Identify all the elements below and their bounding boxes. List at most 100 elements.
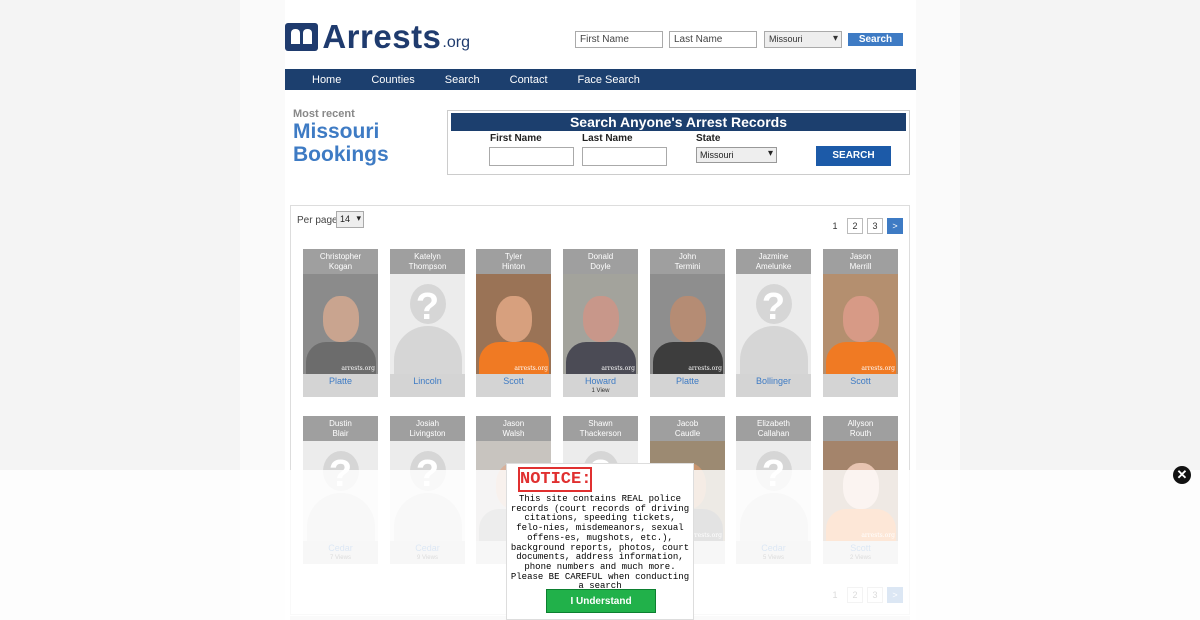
mugshot-photo[interactable]: ? bbox=[736, 274, 811, 374]
booking-name[interactable]: Elizabeth Callahan bbox=[736, 416, 811, 441]
first-name-label: First Name bbox=[490, 133, 542, 144]
county-link[interactable]: Scott bbox=[823, 374, 898, 388]
booking-name[interactable]: John Termini bbox=[650, 249, 725, 274]
booking-name[interactable]: Jazmine Amelunke bbox=[736, 249, 811, 274]
watermark: arrests.org bbox=[688, 365, 722, 372]
county-link[interactable]: Howard bbox=[563, 374, 638, 388]
search-button[interactable]: SEARCH bbox=[816, 146, 891, 166]
booking-name[interactable]: Jacob Caudle bbox=[650, 416, 725, 441]
booking-card[interactable]: John Termini arrests.org Platte bbox=[650, 249, 725, 397]
county-link[interactable]: Platte bbox=[650, 374, 725, 388]
last-name: Termini bbox=[674, 262, 701, 271]
main-nav: Home Counties Search Contact Face Search bbox=[285, 69, 916, 90]
last-name: Amelunke bbox=[755, 262, 792, 271]
first-name: John bbox=[678, 252, 697, 261]
page-title: Missouri Bookings bbox=[293, 120, 389, 166]
booking-card[interactable]: Donald Doyle arrests.org Howard 1 View bbox=[563, 249, 638, 397]
site-logo[interactable]: Arrests .org bbox=[285, 18, 470, 55]
booking-name[interactable]: Dustin Blair bbox=[303, 416, 378, 441]
understand-button[interactable]: I Understand bbox=[546, 589, 656, 613]
view-count bbox=[476, 388, 551, 397]
logo-handcuff-icon bbox=[285, 23, 319, 51]
booking-card[interactable]: Katelyn Thompson? Lincoln bbox=[390, 249, 465, 397]
mugshot-photo[interactable]: arrests.org bbox=[823, 274, 898, 374]
first-name: Allyson bbox=[847, 419, 874, 428]
close-icon[interactable]: ✕ bbox=[1173, 466, 1191, 484]
county-link[interactable]: Bollinger bbox=[736, 374, 811, 388]
county-link[interactable]: Scott bbox=[476, 374, 551, 388]
last-name: Thompson bbox=[408, 262, 447, 271]
booking-name[interactable]: Christopher Kogan bbox=[303, 249, 378, 274]
page-1[interactable]: 1 bbox=[827, 218, 843, 234]
nav-search[interactable]: Search bbox=[445, 74, 480, 86]
booking-card[interactable]: Tyler Hinton arrests.org Scott bbox=[476, 249, 551, 397]
state-label: State bbox=[696, 133, 721, 144]
per-page-select[interactable]: 14 bbox=[336, 211, 364, 228]
mugshot-image: arrests.org bbox=[563, 274, 638, 374]
booking-name[interactable]: Jason Merrill bbox=[823, 249, 898, 274]
notice-title: NOTICE: bbox=[518, 467, 592, 492]
booking-card[interactable]: Christopher Kogan arrests.org Platte bbox=[303, 249, 378, 397]
first-name-input[interactable] bbox=[489, 147, 574, 166]
nav-contact[interactable]: Contact bbox=[510, 74, 548, 86]
view-count: 1 View bbox=[563, 388, 638, 397]
mugshot-photo[interactable]: ? bbox=[390, 274, 465, 374]
booking-name[interactable]: Jason Walsh bbox=[476, 416, 551, 441]
booking-name[interactable]: Tyler Hinton bbox=[476, 249, 551, 274]
first-name: Jason bbox=[502, 419, 525, 428]
booking-name[interactable]: Katelyn Thompson bbox=[390, 249, 465, 274]
first-name: Donald bbox=[587, 252, 614, 261]
page-2[interactable]: 2 bbox=[847, 218, 863, 234]
page-next[interactable]: > bbox=[887, 218, 903, 234]
booking-name[interactable]: Josiah Livingston bbox=[390, 416, 465, 441]
header-first-name-input[interactable]: First Name bbox=[575, 31, 663, 48]
header-state-select[interactable]: Missouri bbox=[764, 31, 842, 48]
view-count bbox=[650, 388, 725, 397]
last-name-input[interactable] bbox=[582, 147, 667, 166]
first-name: Tyler bbox=[504, 252, 523, 261]
watermark: arrests.org bbox=[601, 365, 635, 372]
watermark: arrests.org bbox=[341, 365, 375, 372]
county-link[interactable]: Lincoln bbox=[390, 374, 465, 388]
mugshot-photo[interactable]: arrests.org bbox=[650, 274, 725, 374]
mugshot-image: arrests.org bbox=[823, 274, 898, 374]
booking-card[interactable]: Jazmine Amelunke? Bollinger bbox=[736, 249, 811, 397]
first-name: Jazmine bbox=[758, 252, 789, 261]
last-name: Callahan bbox=[757, 429, 790, 438]
header-last-name-input[interactable]: Last Name bbox=[669, 31, 757, 48]
last-name: Caudle bbox=[674, 429, 701, 438]
booking-name[interactable]: Allyson Routh bbox=[823, 416, 898, 441]
watermark: arrests.org bbox=[514, 365, 548, 372]
view-count bbox=[736, 388, 811, 397]
search-box-title: Search Anyone's Arrest Records bbox=[451, 113, 906, 131]
last-name: Kogan bbox=[328, 262, 353, 271]
first-name: Katelyn bbox=[414, 252, 441, 261]
county-link[interactable]: Platte bbox=[303, 374, 378, 388]
last-name-label: Last Name bbox=[582, 133, 633, 144]
header-search-button[interactable]: Search bbox=[848, 33, 903, 46]
per-page-label: Per page bbox=[297, 215, 338, 226]
view-count bbox=[390, 388, 465, 397]
last-name: Hinton bbox=[501, 262, 526, 271]
watermark: arrests.org bbox=[861, 365, 895, 372]
first-name: Jacob bbox=[676, 419, 699, 428]
view-count bbox=[303, 388, 378, 397]
per-page-value: 14 bbox=[340, 214, 351, 224]
first-name: Jason bbox=[849, 252, 872, 261]
mugshot-photo[interactable]: arrests.org bbox=[303, 274, 378, 374]
booking-name[interactable]: Shawn Thackerson bbox=[563, 416, 638, 441]
nav-home[interactable]: Home bbox=[312, 74, 341, 86]
page-3[interactable]: 3 bbox=[867, 218, 883, 234]
nav-counties[interactable]: Counties bbox=[371, 74, 414, 86]
mugshot-photo[interactable]: arrests.org bbox=[563, 274, 638, 374]
booking-name[interactable]: Donald Doyle bbox=[563, 249, 638, 274]
nav-face-search[interactable]: Face Search bbox=[578, 74, 640, 86]
page-title-line1: Missouri bbox=[293, 120, 380, 143]
mugshot-photo[interactable]: arrests.org bbox=[476, 274, 551, 374]
state-select[interactable]: Missouri bbox=[696, 147, 777, 163]
booking-card[interactable]: Jason Merrill arrests.org Scott bbox=[823, 249, 898, 397]
mugshot-image: arrests.org bbox=[650, 274, 725, 374]
placeholder-silhouette-icon: ? bbox=[390, 274, 465, 374]
mugshot-image: arrests.org bbox=[476, 274, 551, 374]
mugshot-image: arrests.org bbox=[303, 274, 378, 374]
